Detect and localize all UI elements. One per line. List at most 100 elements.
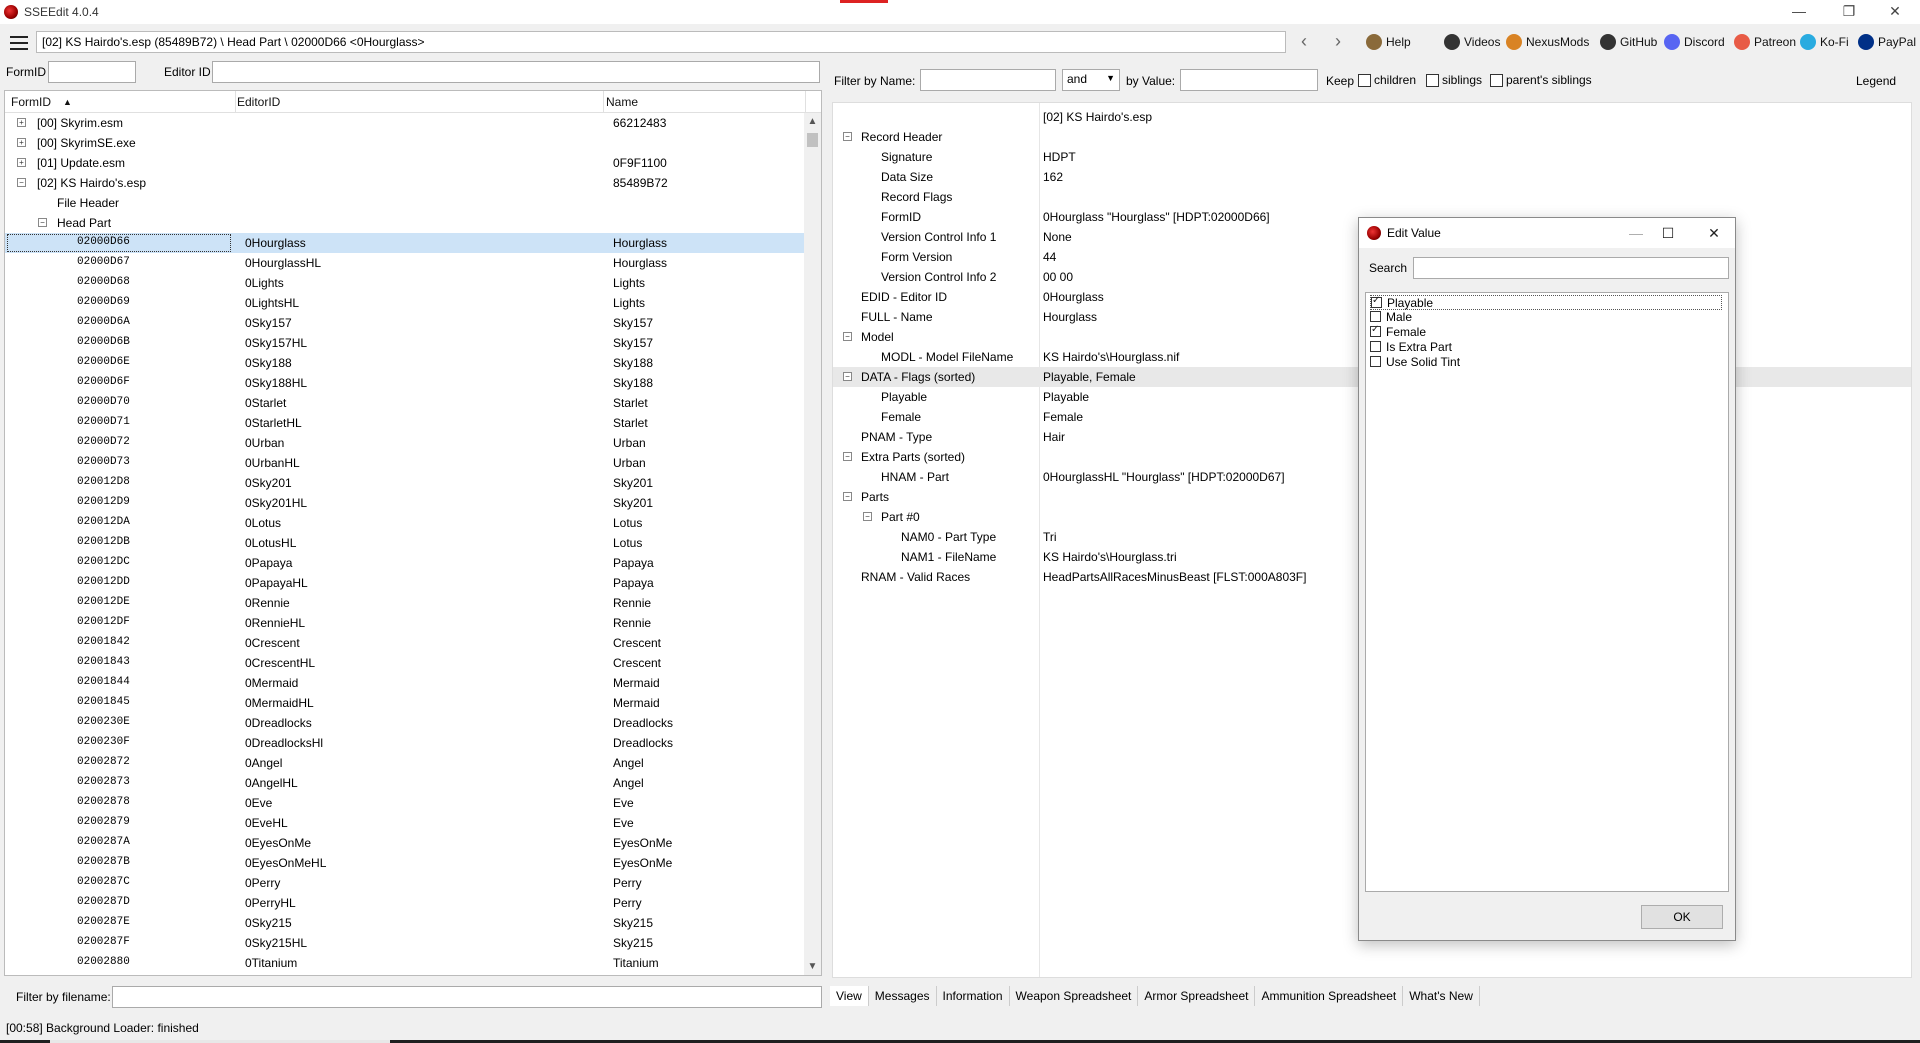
record-field-row[interactable]: Record Flags: [833, 187, 1911, 207]
table-row[interactable]: 02000D6B 0Sky157HL Sky157: [5, 333, 805, 353]
table-row[interactable]: 02001844 0Mermaid Mermaid: [5, 673, 805, 693]
table-row[interactable]: 020012DB 0LotusHL Lotus: [5, 533, 805, 553]
table-row[interactable]: 0200287F 0Sky215HL Sky215: [5, 933, 805, 953]
collapse-icon[interactable]: −: [843, 372, 852, 381]
toolbar-link-nexus[interactable]: NexusMods: [1506, 34, 1589, 50]
flag-checkbox[interactable]: [1370, 311, 1381, 322]
table-row[interactable]: 0200287B 0EyesOnMeHL EyesOnMe: [5, 853, 805, 873]
flag-checkbox[interactable]: [1371, 295, 1382, 308]
table-row[interactable]: 0200230E 0Dreadlocks Dreadlocks: [5, 713, 805, 733]
tab-ammunition-spreadsheet[interactable]: Ammunition Spreadsheet: [1255, 986, 1404, 1006]
table-row[interactable]: 02001842 0Crescent Crescent: [5, 633, 805, 653]
column-formid[interactable]: FormID: [11, 95, 51, 109]
flag-checkbox[interactable]: [1370, 356, 1381, 367]
table-row[interactable]: 020012DD 0PapayaHL Papaya: [5, 573, 805, 593]
expand-icon[interactable]: +: [17, 118, 26, 127]
editorid-filter-input[interactable]: [212, 61, 820, 83]
record-field-row[interactable]: Signature HDPT: [833, 147, 1911, 167]
table-row[interactable]: 02002872 0Angel Angel: [5, 753, 805, 773]
table-row[interactable]: 02000D67 0HourglassHL Hourglass: [5, 253, 805, 273]
restore-button[interactable]: ❐: [1826, 0, 1872, 22]
keep-parents-siblings-checkbox[interactable]: [1490, 74, 1503, 87]
table-row[interactable]: 02001843 0CrescentHL Crescent: [5, 653, 805, 673]
record-tree[interactable]: FormID ▲ EditorID Name + [00] Skyrim.esm 6…: [4, 90, 822, 976]
table-row[interactable]: 02000D73 0UrbanHL Urban: [5, 453, 805, 473]
filename-filter-input[interactable]: [112, 986, 822, 1008]
table-row[interactable]: 02002880 0Titanium Titanium: [5, 953, 805, 973]
back-arrow-icon[interactable]: ‹: [1294, 32, 1314, 52]
tree-node[interactable]: + [00] Skyrim.esm 66212483: [5, 113, 805, 133]
record-field-row[interactable]: Data Size 162: [833, 167, 1911, 187]
collapse-icon[interactable]: −: [843, 332, 852, 341]
dialog-maximize-button[interactable]: ☐: [1653, 222, 1683, 244]
table-row[interactable]: 02000D66 0Hourglass Hourglass: [5, 233, 805, 253]
expand-icon[interactable]: +: [17, 138, 26, 147]
table-row[interactable]: 02000D71 0StarletHL Starlet: [5, 413, 805, 433]
tree-node[interactable]: − Head Part: [5, 213, 805, 233]
toolbar-link-patreon[interactable]: Patreon: [1734, 34, 1796, 50]
toolbar-link-discord[interactable]: Discord: [1664, 34, 1725, 50]
table-row[interactable]: 0200287C 0Perry Perry: [5, 873, 805, 893]
tree-node[interactable]: − [02] KS Hairdo's.esp 85489B72: [5, 173, 805, 193]
collapse-icon[interactable]: −: [843, 132, 852, 141]
tab-weapon-spreadsheet[interactable]: Weapon Spreadsheet: [1010, 986, 1139, 1006]
filter-value-input[interactable]: [1180, 69, 1318, 91]
filter-name-input[interactable]: [920, 69, 1056, 91]
table-row[interactable]: 02002873 0AngelHL Angel: [5, 773, 805, 793]
legend-button[interactable]: Legend: [1856, 74, 1896, 88]
table-row[interactable]: 02000D6A 0Sky157 Sky157: [5, 313, 805, 333]
close-button[interactable]: ✕: [1872, 0, 1918, 22]
scroll-up-icon[interactable]: ▲: [804, 113, 821, 130]
keep-siblings-checkbox[interactable]: [1426, 74, 1439, 87]
table-row[interactable]: 02001845 0MermaidHL Mermaid: [5, 693, 805, 713]
table-row[interactable]: 0200287A 0EyesOnMe EyesOnMe: [5, 833, 805, 853]
scroll-down-icon[interactable]: ▼: [804, 958, 821, 975]
dialog-close-button[interactable]: ✕: [1699, 222, 1729, 244]
toolbar-link-github[interactable]: GitHub: [1600, 34, 1657, 50]
table-row[interactable]: 0200287E 0Sky215 Sky215: [5, 913, 805, 933]
table-row[interactable]: 02000D6E 0Sky188 Sky188: [5, 353, 805, 373]
toolbar-link-book[interactable]: Help: [1366, 34, 1411, 50]
table-row[interactable]: 0200230F 0DreadlocksHl Dreadlocks: [5, 733, 805, 753]
flag-checkbox[interactable]: [1370, 324, 1381, 337]
minimize-button[interactable]: —: [1776, 0, 1822, 22]
table-row[interactable]: 020012DF 0RennieHL Rennie: [5, 613, 805, 633]
record-path-field[interactable]: [02] KS Hairdo's.esp (85489B72) \ Head P…: [36, 31, 1286, 53]
collapse-icon[interactable]: −: [843, 452, 852, 461]
table-row[interactable]: 020012DE 0Rennie Rennie: [5, 593, 805, 613]
collapse-icon[interactable]: −: [863, 512, 872, 521]
toolbar-link-kofi[interactable]: Ko-Fi: [1800, 34, 1849, 50]
dialog-minimize-button[interactable]: —: [1621, 222, 1651, 244]
formid-filter-input[interactable]: [48, 61, 136, 83]
table-row[interactable]: 02002878 0Eve Eve: [5, 793, 805, 813]
flag-checkbox[interactable]: [1370, 341, 1381, 352]
expand-icon[interactable]: +: [17, 158, 26, 167]
tree-node[interactable]: + [00] SkyrimSE.exe: [5, 133, 805, 153]
collapse-icon[interactable]: −: [843, 492, 852, 501]
scrollbar-thumb[interactable]: [807, 133, 818, 147]
collapse-icon[interactable]: −: [38, 218, 47, 227]
table-row[interactable]: 02002879 0EveHL Eve: [5, 813, 805, 833]
tab-information[interactable]: Information: [937, 986, 1010, 1006]
and-or-select[interactable]: and ▼: [1062, 69, 1120, 91]
tab-messages[interactable]: Messages: [869, 986, 937, 1006]
menu-icon[interactable]: [10, 36, 28, 50]
record-field-row[interactable]: − Record Header: [833, 127, 1911, 147]
ok-button[interactable]: OK: [1641, 905, 1723, 929]
flag-option[interactable]: Playable: [1370, 295, 1722, 310]
table-row[interactable]: 020012D8 0Sky201 Sky201: [5, 473, 805, 493]
column-name[interactable]: Name: [606, 95, 638, 109]
collapse-icon[interactable]: −: [17, 178, 26, 187]
tree-scrollbar[interactable]: ▲ ▼: [804, 113, 821, 975]
flags-checklist[interactable]: PlayableMaleFemaleIs Extra PartUse Solid…: [1365, 292, 1729, 892]
dialog-search-input[interactable]: [1413, 257, 1729, 279]
table-row[interactable]: 020012DC 0Papaya Papaya: [5, 553, 805, 573]
toolbar-link-video[interactable]: Videos: [1444, 34, 1500, 50]
tree-node[interactable]: File Header: [5, 193, 805, 213]
tab-what-s-new[interactable]: What's New: [1403, 986, 1480, 1006]
table-row[interactable]: 020012DA 0Lotus Lotus: [5, 513, 805, 533]
table-row[interactable]: 0200287D 0PerryHL Perry: [5, 893, 805, 913]
table-row[interactable]: 02000D70 0Starlet Starlet: [5, 393, 805, 413]
tab-armor-spreadsheet[interactable]: Armor Spreadsheet: [1138, 986, 1256, 1006]
table-row[interactable]: 02000D68 0Lights Lights: [5, 273, 805, 293]
